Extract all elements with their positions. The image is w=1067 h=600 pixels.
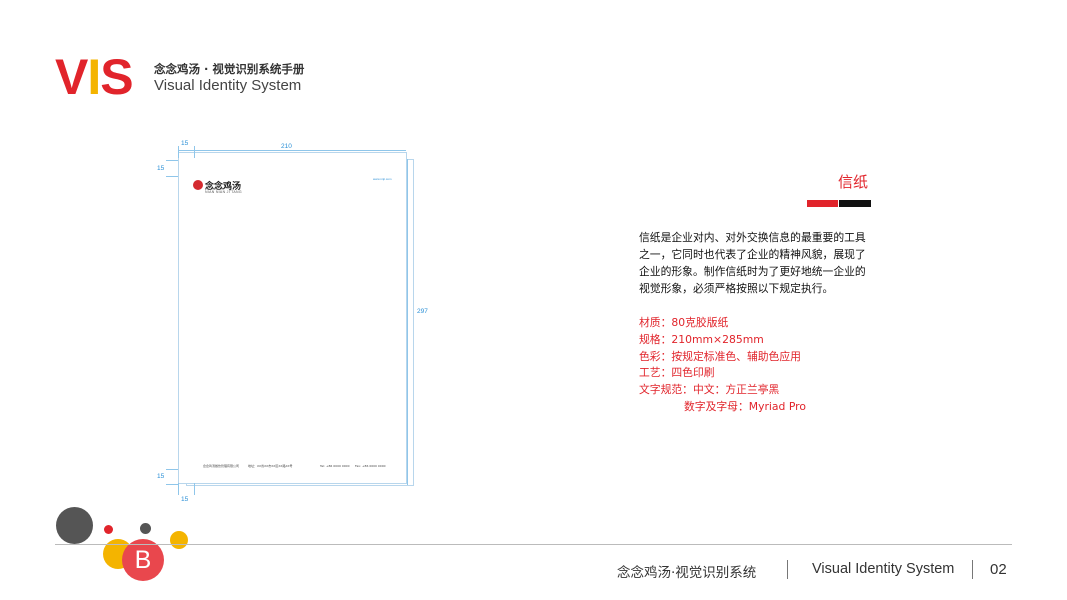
spec-size: 规格：210mm×285mm — [639, 333, 764, 346]
dim-label-height: 297 — [417, 308, 428, 315]
dot-dark-large — [56, 507, 93, 544]
letterhead-footer-address: 地址：XX省XX市XX区XX路XX号 — [248, 464, 293, 468]
letterhead-brand-pinyin: NIAN NIAN JI TANG — [205, 190, 242, 194]
spec-material: 材质：80克胶版纸 — [639, 316, 729, 329]
section-description: 信纸是企业对内、对外交换信息的最重要的工具之一，它同时也代表了企业的精神风貌，展… — [639, 231, 866, 295]
dim-box-bottom-margin — [178, 483, 195, 495]
dim-box-top-margin — [178, 146, 195, 158]
section-title: 信纸 — [838, 173, 869, 191]
dot-red-small — [104, 525, 113, 534]
footer-separator — [972, 560, 973, 579]
spec-font-latin: 数字及字母：Myriad Pro — [684, 400, 806, 413]
footer-title-en: Visual Identity System — [812, 561, 955, 577]
dim-box-bottom-left-margin — [166, 469, 178, 485]
footer-title-cn: 念念鸡汤·视觉识别系统 — [617, 565, 757, 581]
badge-b: B — [122, 539, 164, 581]
dim-line-width — [178, 150, 406, 151]
spec-color: 色彩：按规定标准色、辅助色应用 — [639, 350, 801, 363]
dim-label-bottom-left-margin: 15 — [157, 473, 165, 480]
footer-separator — [787, 560, 788, 579]
dim-box-left-margin — [166, 160, 178, 177]
logo-letter-s: S — [100, 49, 133, 105]
letterhead-sheet — [178, 152, 407, 484]
footer-divider — [55, 544, 1012, 545]
dim-line-height — [407, 159, 408, 485]
letterhead-footer-tel: Tel: +86 0000 0000 — [320, 464, 350, 468]
letterhead-footer-company: 念念鸡汤餐饮管理有限公司 — [203, 464, 240, 468]
dim-label-top-margin: 15 — [181, 140, 189, 147]
page-number: 02 — [990, 561, 1007, 578]
logo-letter-i: I — [87, 49, 101, 105]
dim-label-width: 210 — [281, 143, 292, 150]
spec-process: 工艺：四色印刷 — [639, 366, 715, 379]
title-accent-bar-red — [807, 200, 838, 207]
chicken-logo-icon — [193, 180, 203, 190]
vis-logo: VIS — [55, 49, 134, 105]
letterhead-website: www.nnjt.com — [373, 177, 392, 181]
title-accent-bar-black — [839, 200, 871, 207]
letterhead-footer-fax: Fax: +86 0000 0000 — [355, 464, 386, 468]
dim-label-bottom-margin: 15 — [181, 496, 189, 503]
header-title-en: Visual Identity System — [154, 77, 302, 94]
dot-dark-small — [140, 523, 151, 534]
logo-letter-v: V — [55, 49, 88, 105]
dim-label-left-margin: 15 — [157, 165, 165, 172]
spec-font-cn: 文字规范：中文：方正兰亭黑 — [639, 383, 780, 396]
dot-yellow-right — [170, 531, 188, 549]
header-title-cn: 念念鸡汤 · 视觉识别系统手册 — [154, 62, 305, 76]
